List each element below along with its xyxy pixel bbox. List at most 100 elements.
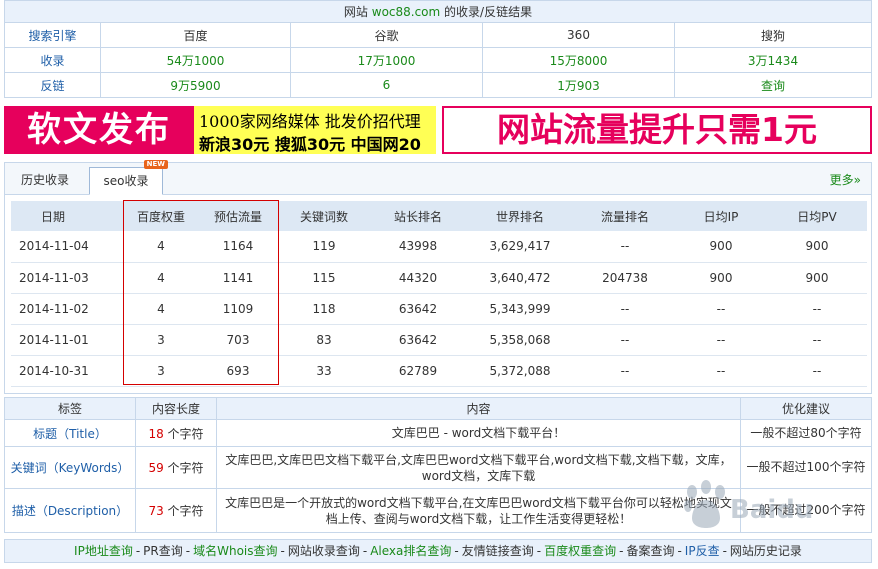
- seo-cell-daily-pv: 900: [767, 262, 867, 294]
- footer-link[interactable]: 网站历史记录: [730, 544, 802, 558]
- footer-link[interactable]: 百度权重查询: [544, 544, 616, 558]
- footer-separator: -: [536, 544, 542, 558]
- footer-link[interactable]: 域名Whois查询: [193, 544, 277, 558]
- meta-keywords-length: 59 个字符: [135, 446, 217, 489]
- seo-cell-chinaz-rank: 63642: [371, 324, 465, 356]
- col-world-rank: 世界排名: [465, 201, 575, 231]
- seo-cell-traffic-rank: --: [575, 231, 675, 263]
- indexed-360[interactable]: 15万8000: [482, 47, 675, 73]
- engine-360: 360: [482, 22, 675, 48]
- seo-row: 2014-11-03 4 1141 115 44320 3,640,472 204738 90…: [11, 262, 867, 294]
- seo-cell-chinaz-rank: 44320: [371, 262, 465, 294]
- col-daily-ip: 日均IP: [675, 201, 767, 231]
- meta-description-length: 73 个字符: [135, 488, 217, 533]
- col-date: 日期: [11, 201, 123, 231]
- footer-link[interactable]: 网站收录查询: [288, 544, 360, 558]
- indexed-baidu[interactable]: 54万1000: [100, 47, 291, 73]
- footer-link[interactable]: 友情链接查询: [462, 544, 534, 558]
- seo-cell-date: 2014-11-04: [11, 231, 123, 263]
- footer-link[interactable]: IP地址查询: [74, 544, 133, 558]
- seo-cell-baidu-weight: 3: [123, 324, 199, 356]
- backlink-360[interactable]: 1万903: [482, 72, 675, 98]
- seo-cell-world-rank: 5,372,088: [465, 355, 575, 387]
- indexed-google[interactable]: 17万1000: [290, 47, 483, 73]
- engine-label: 搜索引擎: [4, 22, 101, 48]
- seo-row: 2014-11-02 4 1109 118 63642 5,343,999 -- -- --: [11, 293, 867, 325]
- indexed-row: 收录 54万1000 17万1000 15万8000 3万1434: [4, 47, 872, 73]
- engine-header-row: 搜索引擎 百度 谷歌 360 搜狗: [4, 22, 872, 48]
- col-baidu-weight: 百度权重: [123, 201, 199, 231]
- col-daily-pv: 日均PV: [767, 201, 867, 231]
- meta-description-label: 描述（Description）: [4, 488, 136, 533]
- seo-cell-world-rank: 3,640,472: [465, 262, 575, 294]
- seo-cell-baidu-weight: 4: [123, 231, 199, 263]
- footer-separator: -: [185, 544, 191, 558]
- seo-cell-keywords: 115: [277, 262, 371, 294]
- seo-cell-keywords: 118: [277, 293, 371, 325]
- seo-cell-daily-ip: --: [675, 293, 767, 325]
- meta-title-length: 18 个字符: [135, 419, 217, 447]
- backlink-row: 反链 9万5900 6 1万903 查询: [4, 72, 872, 98]
- seo-cell-date: 2014-10-31: [11, 355, 123, 387]
- seo-cell-daily-pv: --: [767, 293, 867, 325]
- engine-google: 谷歌: [290, 22, 483, 48]
- seo-cell-daily-pv: --: [767, 355, 867, 387]
- panel-tabs: 历史收录 seo收录 NEW 更多»: [5, 160, 871, 195]
- backlink-google[interactable]: 6: [290, 72, 483, 98]
- meta-header-row: 标签 内容长度 内容 优化建议: [4, 397, 872, 420]
- seo-cell-traffic-rank: --: [575, 293, 675, 325]
- col-traffic-rank: 流量排名: [575, 201, 675, 231]
- meta-title-suggestion: 一般不超过80个字符: [740, 419, 872, 447]
- backlink-label: 反链: [4, 72, 101, 98]
- seo-cell-chinaz-rank: 43998: [371, 231, 465, 263]
- seo-cell-est-traffic: 693: [199, 355, 277, 387]
- seo-cell-est-traffic: 703: [199, 324, 277, 356]
- col-chinaz-rank: 站长排名: [371, 201, 465, 231]
- ad-banner-left-title: 软文发布: [4, 106, 194, 154]
- meta-row-keywords: 关键词（KeyWords） 59 个字符 文库巴巴,文库巴巴文档下载平台,文库巴…: [4, 446, 872, 489]
- engine-sogou: 搜狗: [674, 22, 872, 48]
- seo-cell-date: 2014-11-01: [11, 324, 123, 356]
- seo-cell-daily-ip: --: [675, 355, 767, 387]
- meta-keywords-label: 关键词（KeyWords）: [4, 446, 136, 489]
- seo-cell-world-rank: 3,629,417: [465, 231, 575, 263]
- meta-col-suggestion: 优化建议: [740, 397, 872, 420]
- tab-seo-indexed[interactable]: seo收录 NEW: [89, 160, 168, 195]
- footer-separator: -: [454, 544, 459, 558]
- footer-separator: -: [677, 544, 682, 558]
- meta-row-description: 描述（Description） 73 个字符 文库巴巴是一个开放式的word文档…: [4, 488, 872, 533]
- footer-separator: -: [619, 544, 624, 558]
- seo-cell-baidu-weight: 4: [123, 293, 199, 325]
- meta-keywords-content: 文库巴巴,文库巴巴文档下载平台,文库巴巴word文档下载平台,word文档下载,…: [216, 446, 741, 489]
- seo-cell-traffic-rank: --: [575, 355, 675, 387]
- backlink-sogou-query[interactable]: 查询: [674, 72, 872, 98]
- meta-description-suggestion: 一般不超过200个字符: [740, 488, 872, 533]
- seo-cell-date: 2014-11-03: [11, 262, 123, 294]
- more-link[interactable]: 更多»: [830, 171, 861, 188]
- meta-description-content: 文库巴巴是一个开放式的word文档下载平台,在文库巴巴word文档下载平台你可以…: [216, 488, 741, 533]
- footer-link[interactable]: PR查询: [143, 544, 183, 558]
- meta-keywords-suggestion: 一般不超过100个字符: [740, 446, 872, 489]
- seo-cell-baidu-weight: 4: [123, 262, 199, 294]
- meta-row-title: 标题（Title） 18 个字符 文库巴巴 - word文档下载平台！ 一般不超…: [4, 419, 872, 447]
- seo-cell-world-rank: 5,358,068: [465, 324, 575, 356]
- footer-link[interactable]: Alexa排名查询: [370, 544, 451, 558]
- meta-title-content: 文库巴巴 - word文档下载平台！: [216, 419, 741, 447]
- site-link[interactable]: woc88.com: [372, 5, 440, 19]
- seo-cell-keywords: 83: [277, 324, 371, 356]
- indexed-label: 收录: [4, 47, 101, 73]
- ad-banner-left[interactable]: 软文发布 1000家网络媒体 批发价招代理 新浪30元 搜狐30元 中国网20: [4, 106, 436, 154]
- tab-history-indexed[interactable]: 历史收录: [13, 167, 77, 195]
- footer-link[interactable]: 备案查询: [626, 544, 674, 558]
- seo-cell-date: 2014-11-02: [11, 293, 123, 325]
- indexed-sogou[interactable]: 3万1434: [674, 47, 872, 73]
- col-keywords: 关键词数: [277, 201, 371, 231]
- ad-banner-right[interactable]: 网站流量提升只需1元: [442, 106, 872, 154]
- result-table: 网站 woc88.com 的收录/反链结果 搜索引擎 百度 谷歌 360 搜狗 …: [4, 0, 872, 98]
- seo-panel: 历史收录 seo收录 NEW 更多» 日期 百度权重 预估流量 关键词数 站长排…: [4, 160, 872, 394]
- meta-col-tag: 标签: [4, 397, 136, 420]
- footer-link[interactable]: IP反查: [685, 544, 720, 558]
- seo-cell-traffic-rank: 204738: [575, 262, 675, 294]
- seo-cell-daily-ip: 900: [675, 231, 767, 263]
- backlink-baidu[interactable]: 9万5900: [100, 72, 291, 98]
